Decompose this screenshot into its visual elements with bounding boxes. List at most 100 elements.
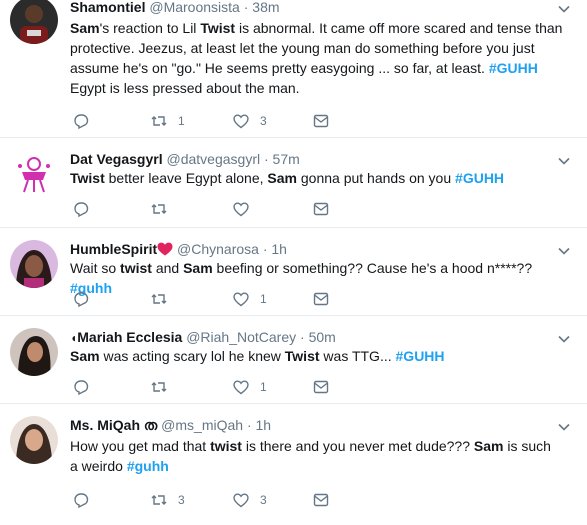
tweet-text-segment: was TTG... bbox=[319, 348, 396, 364]
like-button[interactable]: 3 bbox=[232, 112, 267, 130]
separator: · bbox=[243, 0, 249, 15]
like-icon bbox=[233, 493, 249, 508]
reply-button[interactable] bbox=[72, 290, 90, 308]
display-name[interactable]: HumbleSpirit bbox=[70, 241, 157, 257]
reply-button[interactable] bbox=[72, 112, 90, 130]
separator: · bbox=[263, 151, 269, 167]
hashtag-link[interactable]: #GUHH bbox=[396, 348, 445, 364]
hashtag-link[interactable]: #guhh bbox=[127, 458, 169, 474]
direct-message-button[interactable] bbox=[312, 378, 330, 396]
like-button[interactable] bbox=[232, 200, 260, 218]
caret-down-icon[interactable] bbox=[557, 244, 571, 258]
retweet-icon bbox=[151, 116, 167, 126]
retweet-button[interactable]: 1 bbox=[150, 112, 185, 130]
reply-icon bbox=[74, 292, 89, 308]
tweet-actions: 1 3 bbox=[70, 112, 370, 130]
tweet-text: How you get mad that twist is there and … bbox=[70, 436, 560, 476]
hashtag-link[interactable]: #GUHH bbox=[455, 170, 504, 186]
retweet-button[interactable] bbox=[150, 378, 178, 396]
caret-down-icon[interactable] bbox=[557, 154, 571, 168]
tweet-text-segment: Wait so bbox=[70, 260, 121, 276]
like-icon bbox=[233, 202, 249, 217]
avatar[interactable] bbox=[10, 416, 58, 464]
direct-message-button[interactable] bbox=[312, 290, 330, 308]
like-button[interactable]: 1 bbox=[232, 378, 267, 396]
tweet-header: Ms. MiQah ത @ms_miQah · 1h bbox=[70, 416, 271, 434]
retweet-icon bbox=[151, 204, 167, 214]
retweet-icon bbox=[151, 382, 167, 392]
highlighted-keyword: Sam bbox=[70, 348, 100, 364]
retweet-button[interactable]: 3 bbox=[150, 491, 185, 509]
retweet-icon bbox=[151, 294, 167, 304]
retweet-count: 3 bbox=[178, 493, 185, 507]
tweet[interactable]: Ms. MiQah ത @ms_miQah · 1h How you get m… bbox=[0, 404, 587, 525]
separator: · bbox=[246, 417, 252, 433]
timestamp[interactable]: 38m bbox=[252, 0, 279, 15]
reply-icon bbox=[74, 380, 89, 396]
direct-message-button[interactable] bbox=[312, 491, 330, 509]
handle[interactable]: @Chynarosa bbox=[177, 241, 259, 257]
like-count: 1 bbox=[260, 292, 267, 306]
highlighted-keyword: Sam bbox=[183, 260, 213, 276]
avatar[interactable] bbox=[10, 240, 58, 288]
direct-message-button[interactable] bbox=[312, 200, 330, 218]
tweet-header: Dat Vegasgyrl @datvegasgyrl · 57m bbox=[70, 150, 300, 168]
retweet-button[interactable] bbox=[150, 200, 178, 218]
symbol-icon: ത bbox=[143, 417, 158, 433]
tweet-text: Sam's reaction to Lil Twist is abnormal.… bbox=[70, 18, 570, 98]
tweet-header: Shamontiel @Maroonsista · 38m bbox=[70, 0, 280, 16]
handle[interactable]: @Maroonsista bbox=[149, 0, 239, 15]
retweet-button[interactable] bbox=[150, 290, 178, 308]
timestamp[interactable]: 1h bbox=[256, 417, 272, 433]
reply-button[interactable] bbox=[72, 378, 90, 396]
timestamp[interactable]: 50m bbox=[309, 329, 336, 345]
timestamp[interactable]: 1h bbox=[271, 241, 287, 257]
handle[interactable]: @ms_miQah bbox=[161, 417, 243, 433]
tweet-text: Sam was acting scary lol he knew Twist w… bbox=[70, 346, 570, 366]
direct-message-icon bbox=[313, 493, 329, 507]
caret-down-icon[interactable] bbox=[557, 332, 571, 346]
tweet[interactable]: HumbleSpirit @Chynarosa · 1h Wait so twi… bbox=[0, 228, 587, 316]
avatar[interactable] bbox=[10, 150, 58, 198]
highlighted-keyword: twist bbox=[120, 260, 152, 276]
highlighted-keyword: Twist bbox=[70, 170, 105, 186]
hashtag-link[interactable]: #GUHH bbox=[489, 60, 538, 76]
tweet-text-segment: 's reaction to Lil bbox=[99, 20, 201, 36]
tweet[interactable]: ◖Mariah Ecclesia @Riah_NotCarey · 50m Sa… bbox=[0, 316, 587, 404]
caret-down-icon[interactable] bbox=[557, 2, 571, 16]
reply-button[interactable] bbox=[72, 200, 90, 218]
handle[interactable]: @Riah_NotCarey bbox=[186, 329, 296, 345]
like-count: 3 bbox=[260, 114, 267, 128]
reply-button[interactable] bbox=[72, 491, 90, 509]
avatar[interactable] bbox=[10, 328, 58, 376]
tweet-actions: 3 3 bbox=[70, 491, 370, 509]
like-button[interactable]: 3 bbox=[232, 491, 267, 509]
avatar[interactable] bbox=[10, 0, 58, 44]
like-count: 3 bbox=[260, 493, 267, 507]
direct-message-icon bbox=[313, 292, 329, 306]
retweet-count: 1 bbox=[178, 114, 185, 128]
display-name[interactable]: Dat Vegasgyrl bbox=[70, 151, 163, 167]
tweet-text: Twist better leave Egypt alone, Sam gonn… bbox=[70, 168, 570, 188]
display-name[interactable]: ◖Mariah Ecclesia bbox=[70, 329, 182, 345]
direct-message-button[interactable] bbox=[312, 112, 330, 130]
tweet-actions bbox=[70, 200, 370, 218]
tweet-text-segment: beefing or something?? Cause he's a hood… bbox=[212, 260, 533, 276]
handle[interactable]: @datvegasgyrl bbox=[167, 151, 261, 167]
highlighted-keyword: Twist bbox=[200, 20, 236, 36]
like-icon bbox=[233, 292, 249, 307]
tweet-actions: 1 bbox=[70, 378, 370, 396]
tweet-header: ◖Mariah Ecclesia @Riah_NotCarey · 50m bbox=[70, 328, 336, 347]
like-button[interactable]: 1 bbox=[232, 290, 267, 308]
tweet[interactable]: Dat Vegasgyrl @datvegasgyrl · 57m Twist … bbox=[0, 138, 587, 228]
separator: · bbox=[262, 241, 268, 257]
tweet-text-segment: better leave Egypt alone, bbox=[104, 170, 268, 186]
display-name[interactable]: Ms. MiQah ത bbox=[70, 417, 157, 433]
timestamp[interactable]: 57m bbox=[273, 151, 300, 167]
tweet-text-segment: How you get mad that bbox=[70, 438, 211, 454]
tweet-text-segment: was acting scary lol he knew bbox=[99, 348, 285, 364]
tweet[interactable]: Shamontiel @Maroonsista · 38m Sam's reac… bbox=[0, 0, 587, 138]
caret-down-icon[interactable] bbox=[557, 420, 571, 434]
display-name[interactable]: Shamontiel bbox=[70, 0, 145, 15]
like-count: 1 bbox=[260, 380, 267, 394]
